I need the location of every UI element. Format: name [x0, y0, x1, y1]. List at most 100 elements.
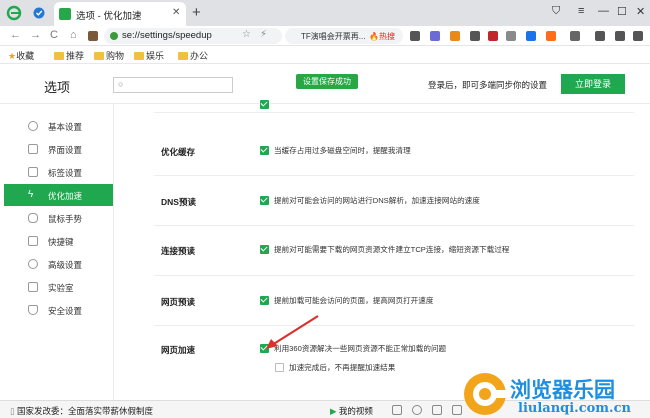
sidebar-item-label: 标签设置 — [48, 168, 83, 178]
screenshot-icon[interactable] — [432, 405, 442, 415]
download-icon[interactable] — [595, 31, 605, 41]
lightning-icon: ϟ — [28, 189, 34, 200]
folder-icon — [178, 52, 188, 60]
tab-bar: 选项 - 优化加速 ✕ + ⛉ ≡ — ☐ ✕ — [0, 0, 650, 26]
briefcase-icon[interactable] — [88, 31, 98, 41]
search-box[interactable]: TF演唱会开票再... 🔥热搜 — [285, 28, 403, 44]
checkbox[interactable] — [260, 196, 269, 205]
undo-icon[interactable] — [615, 31, 625, 41]
settings-sidebar: 基本设置 界面设置 标签设置 ϟ 优化加速 鼠标手势 快捷键 高级设置 实验室 … — [4, 104, 114, 400]
settings-favicon-icon — [59, 8, 71, 20]
setting-label: 网页预读 — [161, 297, 196, 307]
option-text: 提前对可能需要下载的网页资源文件建立TCP连接，缩短资源下载过程 — [274, 245, 510, 254]
cart-icon[interactable] — [470, 31, 480, 41]
sidebar-item-interface[interactable]: 界面设置 — [4, 138, 113, 160]
checkbox[interactable] — [260, 146, 269, 155]
checkbox[interactable] — [275, 363, 284, 372]
more-icon[interactable] — [633, 31, 643, 41]
bookmark-folder[interactable]: 购物 — [94, 49, 124, 62]
forward-button[interactable]: → — [30, 29, 41, 41]
hot-search-label[interactable]: 🔥热搜 — [369, 31, 395, 42]
shield-status-icon[interactable] — [392, 405, 402, 415]
partial-checkbox[interactable] — [260, 100, 269, 109]
bookmark-folder[interactable]: 娱乐 — [134, 49, 164, 62]
tab-close-icon[interactable]: ✕ — [172, 7, 180, 18]
sound-icon[interactable] — [412, 405, 422, 415]
setting-row-cache: 优化缓存 当缓存占用过多磁盘空间时，提醒我清理 — [154, 126, 634, 176]
download-helper-icon[interactable] — [526, 31, 536, 41]
watermark-logo-icon — [464, 373, 507, 415]
sidebar-item-label: 安全设置 — [48, 306, 83, 316]
news-ticker[interactable]: ▯ 国家发改委：全面落实带薪休假制度 — [10, 405, 153, 417]
sidebar-item-security[interactable]: 安全设置 — [4, 299, 113, 321]
shield-icon[interactable] — [33, 7, 45, 19]
back-button[interactable]: ← — [10, 29, 21, 41]
save-success-toast: 设置保存成功 — [296, 74, 358, 89]
settings-search-input[interactable]: ○ — [113, 77, 233, 93]
reload-button[interactable]: C — [50, 29, 58, 41]
extension-icon[interactable] — [450, 31, 460, 41]
sidebar-item-label: 界面设置 — [48, 145, 83, 155]
tab-settings[interactable]: 选项 - 优化加速 ✕ — [54, 2, 186, 26]
checkbox[interactable] — [260, 245, 269, 254]
sidebar-item-label: 鼠标手势 — [48, 214, 83, 224]
home-button[interactable]: ⌂ — [70, 29, 77, 41]
sidebar-item-label: 高级设置 — [48, 260, 83, 270]
address-url[interactable]: se://settings/speedup — [122, 30, 212, 41]
gear-icon — [28, 259, 38, 269]
shield-ext-icon[interactable] — [488, 31, 498, 41]
bookmark-folder[interactable]: 办公 — [178, 49, 208, 62]
keyboard-icon — [28, 236, 38, 246]
option-text: 提前对可能会访问的网站进行DNS解析，加速连接网站的速度 — [274, 196, 480, 205]
sidebar-item-label: 实验室 — [48, 283, 74, 293]
close-window-button[interactable]: ✕ — [636, 5, 645, 18]
setting-row-dns: DNS预读 提前对可能会访问的网站进行DNS解析，加速连接网站的速度 — [154, 176, 634, 226]
login-tip: 登录后，即可多端同步你的设置 — [428, 80, 548, 90]
speed-mode-icon[interactable]: ⚡ — [260, 29, 267, 40]
game-icon[interactable] — [430, 31, 440, 41]
sidebar-item-mouse-gesture[interactable]: 鼠标手势 — [4, 207, 113, 229]
setting-row-page-preload: 网页预读 提前加载可能会访问的页面，提高网页打开速度 — [154, 276, 634, 326]
setting-row-connection: 连接预读 提前对可能需要下载的网页资源文件建立TCP连接，缩短资源下载过程 — [154, 226, 634, 276]
account-icon[interactable] — [570, 31, 580, 41]
settings-icon — [28, 121, 38, 131]
tab-icon — [28, 167, 38, 177]
new-tab-button[interactable]: + — [192, 4, 201, 21]
sidebar-item-label: 基本设置 — [48, 122, 83, 132]
sidebar-item-tabs[interactable]: 标签设置 — [4, 161, 113, 183]
bookmark-star-icon[interactable]: ☆ — [242, 29, 251, 40]
page-title: 选项 — [44, 80, 71, 95]
translate-icon[interactable] — [506, 31, 516, 41]
shield-icon — [28, 305, 38, 315]
sidebar-item-label: 快捷键 — [48, 237, 74, 247]
bookmark-folder[interactable]: 推荐 — [54, 49, 84, 62]
browser-logo-icon[interactable] — [6, 5, 22, 21]
option-text: 加速完成后，不再提醒加速结果 — [289, 363, 396, 372]
annotation-arrow-icon — [266, 315, 319, 349]
maximize-button[interactable]: ☐ — [617, 5, 627, 18]
option-text: 提前加载可能会访问的页面，提高网页打开速度 — [274, 296, 434, 305]
secure-icon — [110, 32, 118, 40]
login-button[interactable]: 立即登录 — [561, 74, 625, 94]
setting-label: DNS预读 — [161, 197, 196, 207]
search-suggestion[interactable]: TF演唱会开票再... — [301, 31, 365, 42]
menu-icon[interactable]: ≡ — [578, 5, 584, 17]
sidebar-item-shortcuts[interactable]: 快捷键 — [4, 230, 113, 252]
sidebar-item-advanced[interactable]: 高级设置 — [4, 253, 113, 275]
sidebar-item-speedup[interactable]: ϟ 优化加速 — [4, 184, 113, 206]
favorites-button[interactable]: ★收藏 — [8, 49, 34, 62]
watermark-url: liulanqi.com.cn — [518, 401, 631, 416]
setting-label: 优化缓存 — [161, 147, 196, 157]
watermark-title: 浏览器乐园 — [510, 377, 615, 402]
sidebar-item-lab[interactable]: 实验室 — [4, 276, 113, 298]
skin-icon[interactable]: ⛉ — [552, 5, 560, 18]
my-video-button[interactable]: ▶ 我的视频 — [330, 405, 373, 417]
flask-icon — [28, 282, 38, 292]
weather-icon[interactable] — [546, 31, 556, 41]
checkbox[interactable] — [260, 296, 269, 305]
folder-icon — [54, 52, 64, 60]
address-bar[interactable]: se://settings/speedup ☆ ⚡ — [104, 28, 282, 44]
minimize-button[interactable]: — — [598, 5, 609, 17]
scissors-icon[interactable] — [410, 31, 420, 41]
sidebar-item-basic[interactable]: 基本设置 — [4, 115, 113, 137]
